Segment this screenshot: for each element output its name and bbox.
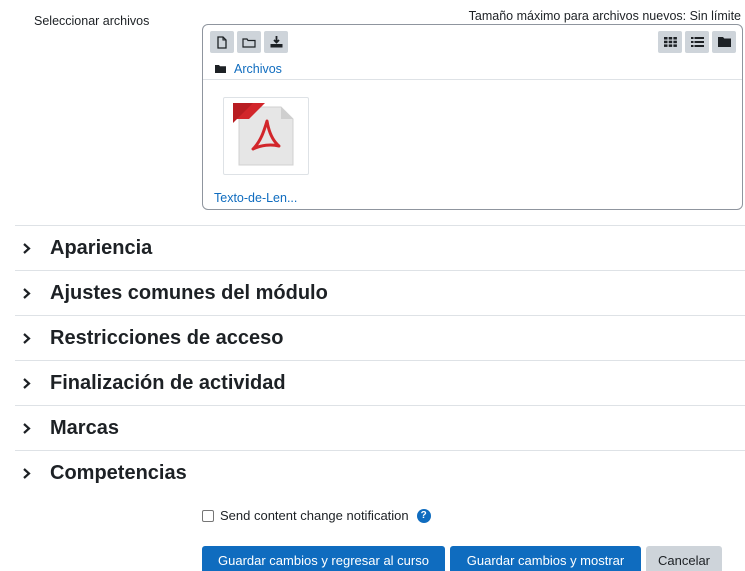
breadcrumb: Archivos (215, 62, 282, 76)
section-title: Finalización de actividad (50, 371, 286, 394)
new-file-button[interactable] (210, 31, 234, 53)
section-title: Apariencia (50, 236, 153, 259)
pdf-icon (233, 103, 294, 166)
download-icon (270, 36, 282, 48)
new-folder-icon (242, 37, 256, 48)
chevron-right-icon (22, 422, 42, 434)
list-view-icon (690, 37, 704, 47)
section-title: Ajustes comunes del módulo (50, 281, 328, 304)
new-file-icon (217, 35, 227, 49)
section-marcas[interactable]: Marcas (15, 405, 745, 450)
file-thumbnail[interactable] (223, 97, 309, 175)
chevron-right-icon (22, 332, 42, 344)
save-return-button[interactable]: Guardar cambios y regresar al curso (202, 546, 445, 571)
notification-option: Send content change notification ? (202, 508, 431, 523)
settings-sections: Apariencia Ajustes comunes del módulo Re… (15, 225, 745, 495)
file-name[interactable]: Texto-de-Len... (214, 191, 297, 205)
grid-view-button[interactable] (658, 31, 682, 53)
file-field-label: Seleccionar archivos (34, 14, 150, 28)
section-restricciones[interactable]: Restricciones de acceso (15, 315, 745, 360)
section-competencias[interactable]: Competencias (15, 450, 745, 495)
file-manager-toolbar (210, 31, 288, 53)
list-view-button[interactable] (685, 31, 709, 53)
divider (203, 79, 742, 80)
file-manager-view-switch (658, 31, 736, 53)
chevron-right-icon (22, 377, 42, 389)
download-button[interactable] (264, 31, 288, 53)
folder-icon (215, 65, 226, 73)
activity-settings-page: Seleccionar archivos Tamaño máximo para … (0, 0, 745, 571)
notification-checkbox[interactable] (202, 509, 214, 522)
chevron-right-icon (22, 287, 42, 299)
max-size-text: Tamaño máximo para archivos nuevos: Sin … (468, 9, 741, 23)
section-apariencia[interactable]: Apariencia (15, 225, 745, 270)
section-title: Marcas (50, 416, 119, 439)
breadcrumb-archivos[interactable]: Archivos (234, 62, 282, 76)
section-ajustes-comunes[interactable]: Ajustes comunes del módulo (15, 270, 745, 315)
chevron-right-icon (22, 242, 42, 254)
cancel-button[interactable]: Cancelar (646, 546, 722, 571)
section-title: Competencias (50, 461, 187, 484)
new-folder-button[interactable] (237, 31, 261, 53)
folder-tree-button[interactable] (712, 31, 736, 53)
chevron-right-icon (22, 467, 42, 479)
save-display-button[interactable]: Guardar cambios y mostrar (450, 546, 641, 571)
section-finalizacion[interactable]: Finalización de actividad (15, 360, 745, 405)
grid-view-icon (663, 37, 677, 47)
file-manager: Archivos Texto-de-Len... (202, 24, 743, 210)
section-title: Restricciones de acceso (50, 326, 284, 349)
folder-tree-icon (717, 37, 731, 47)
help-icon[interactable]: ? (416, 508, 431, 523)
notification-label[interactable]: Send content change notification (220, 508, 409, 523)
